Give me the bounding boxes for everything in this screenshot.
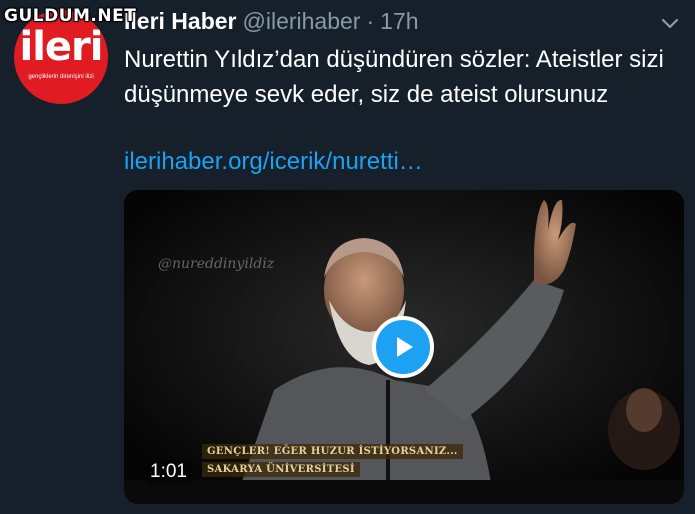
play-button[interactable] bbox=[372, 316, 434, 378]
play-icon bbox=[397, 337, 413, 357]
video-caption-line2: SAKARYA ÜNİVERSİTESİ bbox=[202, 462, 360, 477]
header-separator: · bbox=[366, 8, 375, 34]
site-watermark: GULDUM.NET bbox=[4, 6, 137, 26]
avatar-logo-subtitle: gençliklerin direnişini ilizi bbox=[28, 74, 94, 80]
display-name[interactable]: İleri Haber bbox=[124, 8, 237, 35]
tweet-text: Nurettin Yıldız’dan düşündüren sözler: A… bbox=[124, 46, 664, 108]
video-duration: 1:01 bbox=[146, 460, 191, 484]
user-handle[interactable]: @ilerihaber bbox=[243, 8, 361, 35]
video-player[interactable]: @nureddinyildiz GENÇLER! EĞER HUZUR İSTİ… bbox=[124, 190, 684, 504]
video-caption: GENÇLER! EĞER HUZUR İSTİYORSANIZ... SAKA… bbox=[202, 444, 463, 477]
tweet-timestamp[interactable]: 17h bbox=[380, 8, 418, 35]
tweet-link[interactable]: ilerihaber.org/icerik/nuretti… bbox=[124, 148, 423, 176]
tweet-header: İleri Haber @ilerihaber · 17h bbox=[124, 8, 419, 38]
video-watermark: @nureddinyildiz bbox=[158, 256, 275, 272]
video-caption-line1: GENÇLER! EĞER HUZUR İSTİYORSANIZ... bbox=[202, 444, 463, 459]
avatar-logo-text: ileri bbox=[19, 24, 104, 70]
chevron-down-icon[interactable] bbox=[659, 12, 681, 34]
